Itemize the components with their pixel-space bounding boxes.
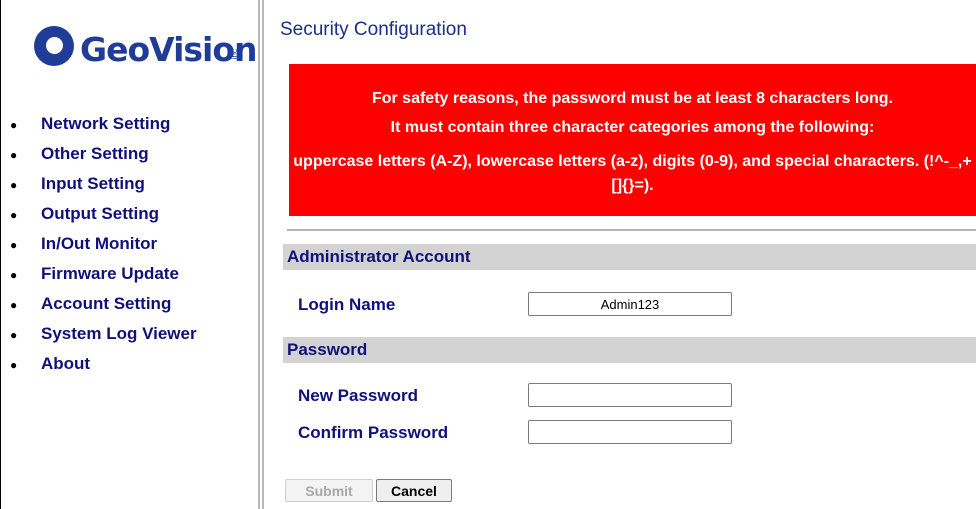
confirm-password-label: Confirm Password — [298, 423, 449, 442]
frame-divider[interactable] — [258, 0, 260, 509]
bullet-icon: ● — [10, 238, 18, 252]
warning-line-2: It must contain three character categori… — [390, 119, 875, 136]
nav-link-output-setting[interactable]: Output Setting — [41, 204, 159, 224]
nav-link-network-setting[interactable]: Network Setting — [41, 114, 170, 134]
cancel-button[interactable]: Cancel — [376, 479, 452, 502]
nav-link-other-setting[interactable]: Other Setting — [41, 144, 149, 164]
bullet-icon: ● — [10, 178, 18, 192]
login-name-input[interactable] — [528, 292, 732, 316]
submit-button[interactable]: Submit — [285, 479, 373, 502]
bullet-icon: ● — [10, 328, 18, 342]
warning-line-1: For safety reasons, the password must be… — [371, 90, 894, 107]
warning-line-3: uppercase letters (A-Z), lowercase lette… — [293, 153, 972, 194]
main-content: Security Configuration For safety reason… — [264, 0, 976, 509]
nav-link-input-setting[interactable]: Input Setting — [41, 174, 145, 194]
section-header-password: Password — [283, 337, 976, 363]
nav-link-inout-monitor[interactable]: In/Out Monitor — [41, 234, 157, 254]
new-password-input[interactable] — [528, 383, 732, 407]
password-policy-warning: For safety reasons, the password must be… — [289, 64, 976, 216]
geovision-logo: GeoVision inc — [34, 24, 258, 80]
logo-mark-icon — [34, 26, 74, 66]
nav-link-system-log-viewer[interactable]: System Log Viewer — [41, 324, 197, 344]
page-title: Security Configuration — [280, 19, 467, 40]
logo-suffix: inc — [230, 49, 239, 60]
nav-link-firmware-update[interactable]: Firmware Update — [41, 264, 179, 284]
bullet-icon: ● — [10, 118, 18, 132]
bullet-icon: ● — [10, 148, 18, 162]
horizontal-divider — [287, 229, 976, 231]
confirm-password-input[interactable] — [528, 420, 732, 444]
new-password-label: New Password — [298, 386, 418, 405]
section-header-administrator-account: Administrator Account — [283, 244, 976, 270]
sidebar: GeoVision inc ● Network Setting ● Other … — [1, 0, 258, 509]
bullet-icon: ● — [10, 268, 18, 282]
bullet-icon: ● — [10, 298, 18, 312]
nav-link-account-setting[interactable]: Account Setting — [41, 294, 171, 314]
bullet-icon: ● — [10, 208, 18, 222]
login-name-label: Login Name — [298, 295, 396, 314]
bullet-icon: ● — [10, 358, 18, 372]
nav-link-about[interactable]: About — [41, 354, 90, 374]
